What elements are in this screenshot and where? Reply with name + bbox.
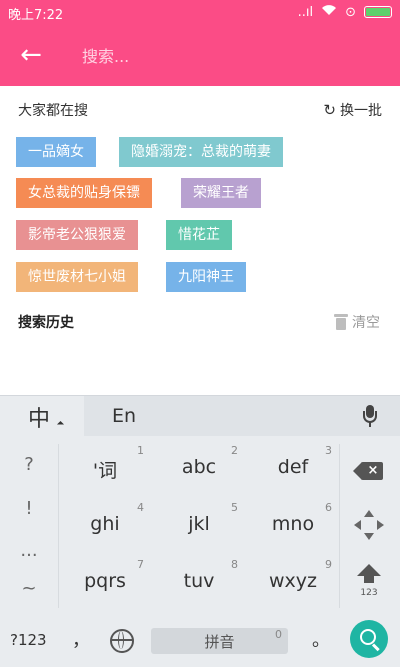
hot-tag[interactable]: 荣耀王者: [181, 178, 261, 208]
hot-tag[interactable]: 惊世废材七小姐: [16, 262, 138, 292]
globe-icon[interactable]: [110, 629, 134, 653]
hot-search-title: 大家都在搜: [18, 103, 88, 119]
hot-tag[interactable]: 影帝老公狠狠爱: [16, 220, 138, 250]
trash-icon: [334, 314, 348, 330]
keyboard-bottom-row: ?123 ， 拼音 0 。: [0, 616, 400, 667]
hot-tag[interactable]: 女总裁的贴身保镖: [16, 178, 152, 208]
punctuation-key[interactable]: ...: [0, 540, 58, 561]
status-icons: ..ıl ⊙: [298, 4, 392, 20]
punctuation-key[interactable]: ~: [0, 578, 58, 599]
refresh-icon: ↻: [323, 101, 336, 119]
t9-key[interactable]: def 3: [246, 440, 340, 492]
hot-tag[interactable]: 九阳神王: [166, 262, 246, 292]
chinese-mode-key[interactable]: 中: [28, 401, 50, 433]
hot-tag[interactable]: 隐婚溺宠：总裁的萌妻: [119, 137, 283, 167]
signal-icon: ..ıl: [297, 4, 314, 20]
punctuation-key[interactable]: !: [0, 498, 58, 519]
microphone-icon[interactable]: [363, 405, 377, 429]
mode-corner-icon: [56, 420, 65, 429]
hd-icon: ⊙: [345, 4, 356, 20]
t9-key[interactable]: '词 1: [58, 440, 152, 492]
t9-key[interactable]: wxyz 9: [246, 554, 340, 606]
app-bar: ←: [0, 24, 400, 86]
comma-key[interactable]: ，: [72, 626, 90, 652]
hot-tag[interactable]: 惜花芷: [166, 220, 232, 250]
wifi-icon: [321, 4, 337, 20]
english-mode-key[interactable]: En: [112, 405, 136, 427]
clear-history-button[interactable]: 清空: [334, 312, 380, 332]
t9-keys: '词 1 abc 2 def 3 ghi 4 jkl 5 mno 6 pqrs 7 tuv 8 …: [58, 436, 340, 616]
refresh-label: 换一批: [340, 103, 382, 119]
keyboard-toolbar: 中 En: [0, 396, 400, 436]
status-time: 晚上7:22: [8, 8, 64, 23]
backspace-icon[interactable]: ×: [353, 462, 383, 480]
soft-keyboard: 中 En ? ! ... ~ '词 1 abc 2 def 3 ghi 4 jkl 5: [0, 395, 400, 667]
shift-key[interactable]: 123: [354, 564, 384, 604]
t9-key[interactable]: tuv 8: [152, 554, 246, 606]
symbols-key[interactable]: ?123: [10, 631, 47, 649]
status-bar: 晚上7:22 ..ıl ⊙: [0, 0, 400, 24]
clear-label: 清空: [352, 315, 380, 331]
refresh-button[interactable]: ↻ 换一批: [323, 100, 382, 120]
t9-key[interactable]: mno 6: [246, 497, 340, 549]
t9-key[interactable]: ghi 4: [58, 497, 152, 549]
search-input[interactable]: [80, 40, 374, 72]
t9-key[interactable]: abc 2: [152, 440, 246, 492]
t9-key[interactable]: pqrs 7: [58, 554, 152, 606]
t9-key[interactable]: jkl 5: [152, 497, 246, 549]
hot-tag[interactable]: 一品嫡女: [16, 137, 96, 167]
function-column: × 123: [340, 436, 400, 616]
punctuation-key[interactable]: ?: [0, 454, 58, 475]
period-key[interactable]: 。: [312, 626, 330, 652]
space-key[interactable]: 拼音 0: [151, 628, 288, 654]
search-history-title: 搜索历史: [18, 315, 74, 331]
punctuation-column: ? ! ... ~: [0, 436, 58, 616]
back-arrow-icon[interactable]: ←: [14, 38, 48, 72]
cursor-move-icon[interactable]: [354, 510, 384, 540]
battery-icon: [364, 6, 392, 18]
search-go-button[interactable]: [350, 620, 388, 658]
shift-label: 123: [360, 588, 378, 598]
